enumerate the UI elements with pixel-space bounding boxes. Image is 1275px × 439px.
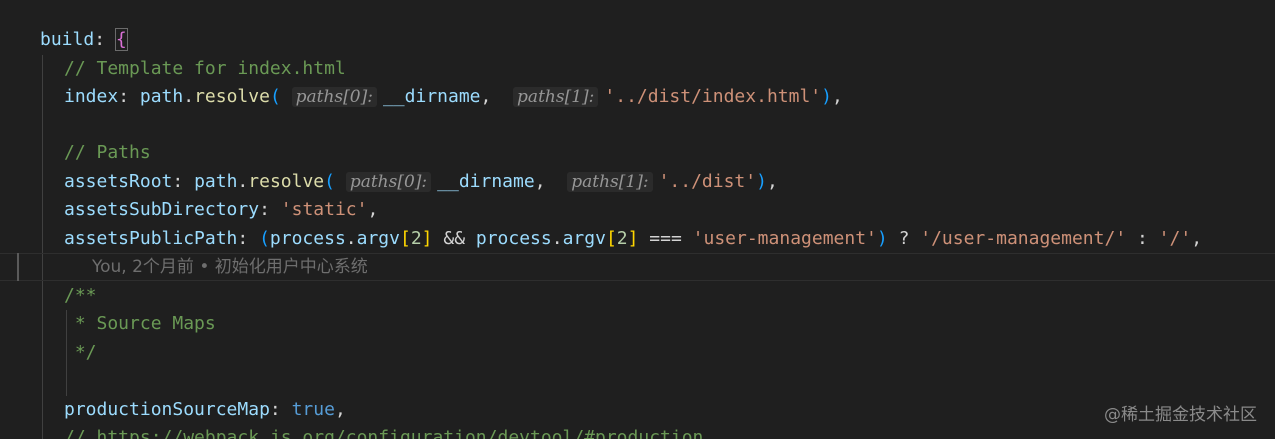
code-line-12[interactable]: */ [64,339,97,367]
code-line-11[interactable]: * Source Maps [64,310,216,338]
code-editor[interactable]: build: { // Template for index.html inde… [0,0,1275,439]
code-line-6[interactable]: assetsRoot: path.resolve( paths[0]: __dir… [64,168,778,196]
inlay-hint: paths[0]: [291,87,377,107]
git-blame-annotation: You, 2个月前 • 初始化用户中心系统 [92,257,368,277]
site-watermark: @稀土掘金技术社区 [1104,405,1257,425]
code-line-1[interactable]: build: { [40,26,128,54]
code-line-9[interactable]: You, 2个月前 • 初始化用户中心系统 [92,253,368,281]
code-line-10[interactable]: /** [64,282,97,310]
code-line-2[interactable]: // Template for index.html [64,55,346,83]
token-brace: { [114,28,128,51]
token-comment: // Template for index.html [64,58,346,79]
code-line-15[interactable]: // https://webpack.js.org/configuration/… [64,424,703,439]
indent-guide [42,55,43,439]
code-line-5[interactable]: // Paths [64,139,151,167]
code-line-7[interactable]: assetsSubDirectory: 'static', [64,196,378,224]
code-line-8[interactable]: assetsPublicPath: (process.argv[2] && pr… [64,225,1202,253]
inlay-hint: paths[1]: [567,172,653,192]
inlay-hint: paths[1]: [513,87,599,107]
code-line-14[interactable]: productionSourceMap: true, [64,396,346,424]
token-key: build [40,29,95,50]
code-line-3[interactable]: index: path.resolve( paths[0]: __dirname,… [64,83,843,111]
line-change-marker [17,253,19,281]
inlay-hint: paths[0]: [345,172,432,192]
